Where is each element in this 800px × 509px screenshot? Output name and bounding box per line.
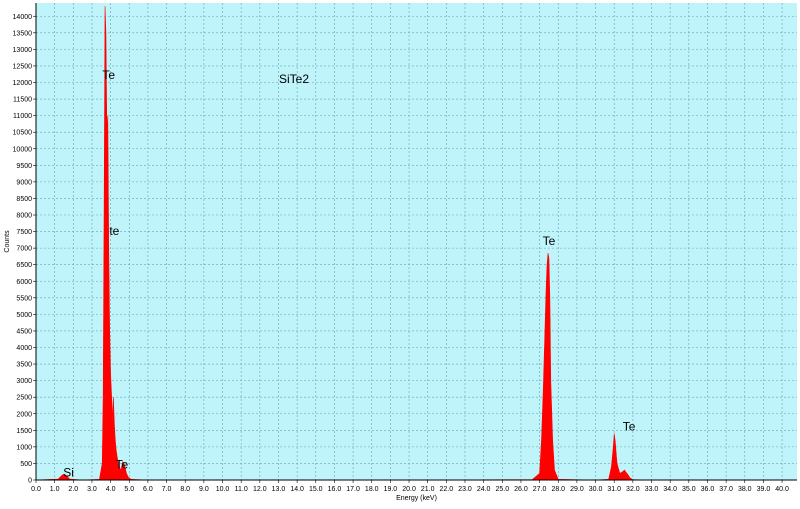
y-tick-label: 1500 (16, 428, 32, 435)
x-tick-label: 39.0 (757, 486, 771, 493)
x-tick-label: 34.0 (663, 486, 677, 493)
x-tick-label: 18.0 (365, 486, 379, 493)
chart-title: SiTe2 (279, 72, 309, 86)
spectrum-chart: 0.0 1.0 2.0 3.0 4.0 5.0 6.0 7.0 8.0 9.0 10.0 11.0 12… (0, 0, 800, 504)
x-tick-label: 27.0 (533, 486, 547, 493)
x-tick-label: 38.0 (738, 486, 752, 493)
x-tick-label: 19.0 (384, 486, 398, 493)
x-tick-label: 31.0 (607, 486, 621, 493)
y-tick-label: 3000 (16, 378, 32, 385)
x-tick-label: 9.0 (199, 486, 209, 493)
x-tick-label: 11.0 (235, 486, 248, 493)
x-tick-label: 5.0 (124, 486, 134, 493)
x-tick-label: 25.0 (495, 486, 509, 493)
x-tick-label: 32.0 (626, 486, 640, 493)
x-tick-label: 14.0 (290, 486, 304, 493)
x-tick-label: 15.0 (309, 486, 323, 493)
spectrum-svg: 0.0 1.0 2.0 3.0 4.0 5.0 6.0 7.0 8.0 9.0 10.0 11.0 12… (4, 3, 797, 502)
x-tick-label: 33.0 (645, 486, 659, 493)
y-tick-label: 7000 (16, 246, 32, 253)
x-tick-label: 16.0 (328, 486, 342, 493)
x-tick-label: 40.0 (775, 486, 789, 493)
peak-label-si: Si (63, 466, 74, 480)
y-tick-label: 5500 (16, 295, 32, 302)
x-tick-label: 7.0 (162, 486, 172, 493)
y-tick-label: 12500 (13, 63, 33, 70)
y-tick-label: 11500 (13, 97, 32, 104)
x-tick-label: 26.0 (514, 486, 528, 493)
y-tick-label: 7500 (16, 229, 32, 236)
x-tick-label: 4.0 (106, 486, 116, 493)
x-tick-label: 36.0 (701, 486, 715, 493)
y-tick-label: 8500 (16, 196, 32, 203)
y-tick-label: 500 (20, 461, 32, 468)
x-tick-label: 29.0 (570, 486, 584, 493)
y-tick-label: 9000 (16, 179, 32, 186)
peak-label-te: Te (623, 419, 636, 433)
x-tick-label: 17.0 (346, 486, 360, 493)
y-tick-label: 14000 (13, 14, 33, 21)
plot-background (36, 3, 797, 480)
y-tick-label: 6000 (16, 279, 32, 286)
y-tick-label: 5000 (16, 312, 32, 319)
x-tick-label: 24.0 (477, 486, 491, 493)
y-tick-label: 2000 (16, 411, 32, 418)
y-tick-label: 8000 (16, 213, 32, 220)
y-tick-label: 10000 (13, 146, 33, 153)
y-tick-label: 1000 (16, 444, 32, 451)
x-tick-label: 10.0 (216, 486, 230, 493)
x-tick-label: 6.0 (143, 486, 153, 493)
x-tick-label: 1.0 (50, 486, 60, 493)
y-tick-label: 3500 (16, 362, 32, 369)
x-tick-label: 28.0 (551, 486, 565, 493)
x-tick-label: 0.0 (31, 486, 41, 493)
y-tick-labels: 0 500 1000 1500 2000 2500 3000 3500 4000 4500 5000… (13, 14, 33, 485)
x-tick-label: 13.0 (272, 486, 286, 493)
y-tick-label: 13500 (13, 30, 33, 37)
y-tick-label: 12000 (13, 80, 33, 87)
peak-label-te: Te (115, 457, 128, 471)
y-tick-label: 6500 (16, 262, 32, 269)
x-tick-label: 37.0 (719, 486, 733, 493)
x-tick-label: 12.0 (253, 486, 267, 493)
y-tick-label: 0 (28, 478, 32, 485)
y-tick-label: 13000 (13, 47, 33, 54)
x-tick-label: 3.0 (87, 486, 97, 493)
x-tick-label: 22.0 (440, 486, 454, 493)
x-tick-label: 8.0 (180, 486, 190, 493)
y-tick-label: 2500 (16, 395, 32, 402)
x-tick-label: 30.0 (589, 486, 603, 493)
x-tick-label: 35.0 (682, 486, 696, 493)
peak-label-te: te (109, 224, 119, 238)
y-axis-title: Counts (4, 230, 11, 253)
y-tick-label: 10500 (13, 130, 33, 137)
x-tick-label: 20.0 (402, 486, 416, 493)
y-tick-label: 4500 (16, 328, 32, 335)
x-tick-labels: 0.0 1.0 2.0 3.0 4.0 5.0 6.0 7.0 8.0 9.0 10.0 11.0 12… (31, 486, 789, 493)
peak-label-te: Te (543, 234, 556, 248)
y-tick-label: 9500 (16, 163, 32, 170)
x-axis-title: Energy (keV) (396, 495, 437, 502)
x-tick-label: 2.0 (68, 486, 78, 493)
x-tick-label: 23.0 (458, 486, 472, 493)
peak-label-te: Te (102, 68, 115, 82)
y-tick-label: 4000 (16, 345, 32, 352)
y-tick-label: 11000 (13, 113, 32, 120)
x-tick-label: 21.0 (421, 486, 435, 493)
